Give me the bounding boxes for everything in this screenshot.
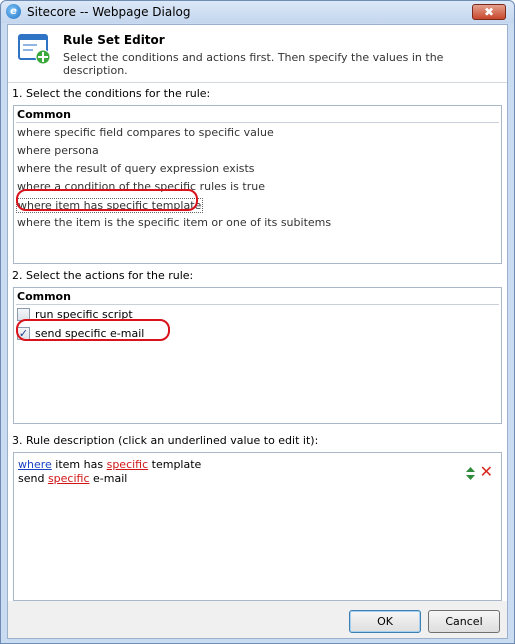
desc-text: template — [148, 458, 202, 471]
header-divider — [8, 82, 507, 83]
condition-item[interactable]: where the item is the specific item or o… — [17, 216, 331, 229]
conditions-list[interactable]: Common where specific field compares to … — [13, 105, 502, 264]
cancel-button[interactable]: Cancel — [428, 610, 500, 633]
conditions-group-divider — [16, 122, 499, 123]
ok-button[interactable]: OK — [349, 610, 421, 633]
rule-set-editor-icon — [18, 34, 51, 65]
description-line-action: send specific e-mail — [18, 472, 127, 485]
highlight-annotation — [16, 189, 198, 211]
actions-label: 2. Select the actions for the rule: — [12, 269, 194, 282]
template-specific-link[interactable]: specific — [107, 458, 149, 471]
description-label: 3. Rule description (click an underlined… — [12, 434, 319, 447]
header-title: Rule Set Editor — [63, 33, 165, 47]
condition-item[interactable]: where the result of query expression exi… — [17, 162, 255, 175]
remove-icon[interactable]: ✕ — [480, 463, 493, 481]
ie-app-icon: e — [6, 4, 21, 19]
close-button[interactable]: ✖ — [472, 4, 506, 20]
dialog-header: Rule Set Editor Select the conditions an… — [8, 25, 507, 83]
title-bar[interactable]: e Sitecore -- Webpage Dialog ✖ — [1, 1, 514, 23]
header-subtitle: Select the conditions and actions first.… — [63, 51, 444, 77]
conditions-label: 1. Select the conditions for the rule: — [12, 87, 211, 100]
desc-text: item has — [51, 458, 107, 471]
email-specific-link[interactable]: specific — [48, 472, 90, 485]
actions-list[interactable]: Common run specific script ✓ send specif… — [13, 287, 502, 424]
move-up-down-icon[interactable] — [466, 467, 475, 480]
desc-text: send — [18, 472, 48, 485]
conditions-group-header: Common — [17, 108, 71, 121]
where-link[interactable]: where — [18, 458, 52, 471]
rule-description-box: where item has specific template send sp… — [13, 452, 502, 601]
dialog-client-area: Rule Set Editor Select the conditions an… — [7, 24, 508, 639]
window-title: Sitecore -- Webpage Dialog — [27, 5, 191, 19]
dialog-window: e Sitecore -- Webpage Dialog ✖ Rule Set … — [0, 0, 515, 644]
highlight-annotation — [16, 319, 170, 341]
description-line-condition: where item has specific template — [18, 458, 201, 471]
actions-group-divider — [16, 304, 499, 305]
actions-group-header: Common — [17, 290, 71, 303]
condition-item[interactable]: where persona — [17, 144, 99, 157]
desc-text: e-mail — [89, 472, 128, 485]
condition-item[interactable]: where specific field compares to specifi… — [17, 126, 274, 139]
